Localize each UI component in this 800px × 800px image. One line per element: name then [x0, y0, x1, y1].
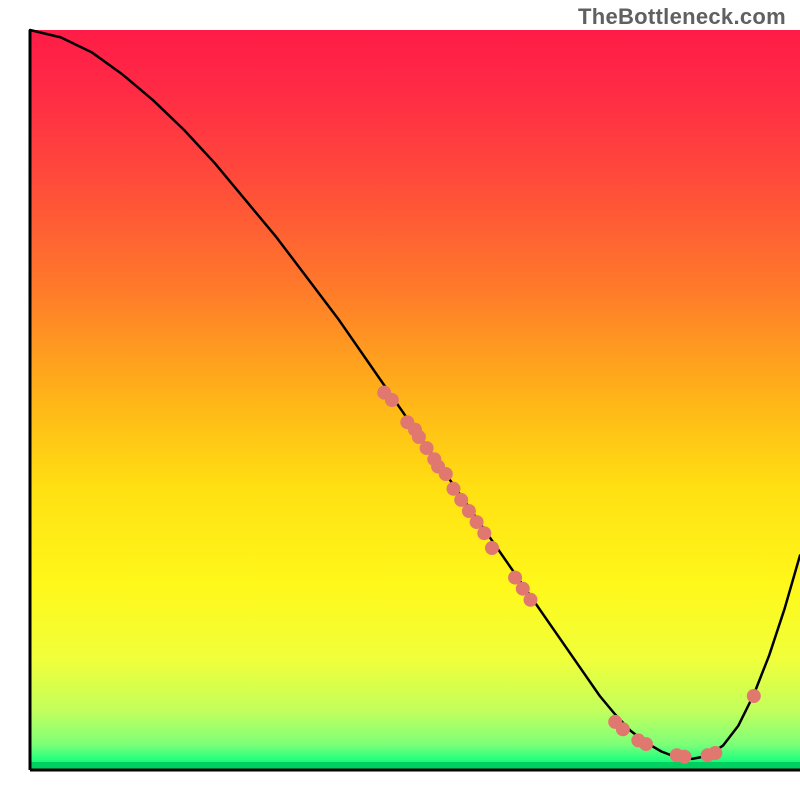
chart-container: TheBottleneck.com	[0, 0, 800, 800]
data-marker	[708, 746, 722, 760]
data-marker	[524, 593, 538, 607]
data-marker	[477, 526, 491, 540]
bottleneck-chart	[0, 0, 800, 800]
data-marker	[616, 722, 630, 736]
data-marker	[485, 541, 499, 555]
data-marker	[747, 689, 761, 703]
data-marker	[639, 737, 653, 751]
attribution-text: TheBottleneck.com	[578, 4, 786, 30]
data-marker	[385, 393, 399, 407]
data-marker	[678, 750, 692, 764]
data-marker	[439, 467, 453, 481]
chart-background	[30, 30, 800, 770]
